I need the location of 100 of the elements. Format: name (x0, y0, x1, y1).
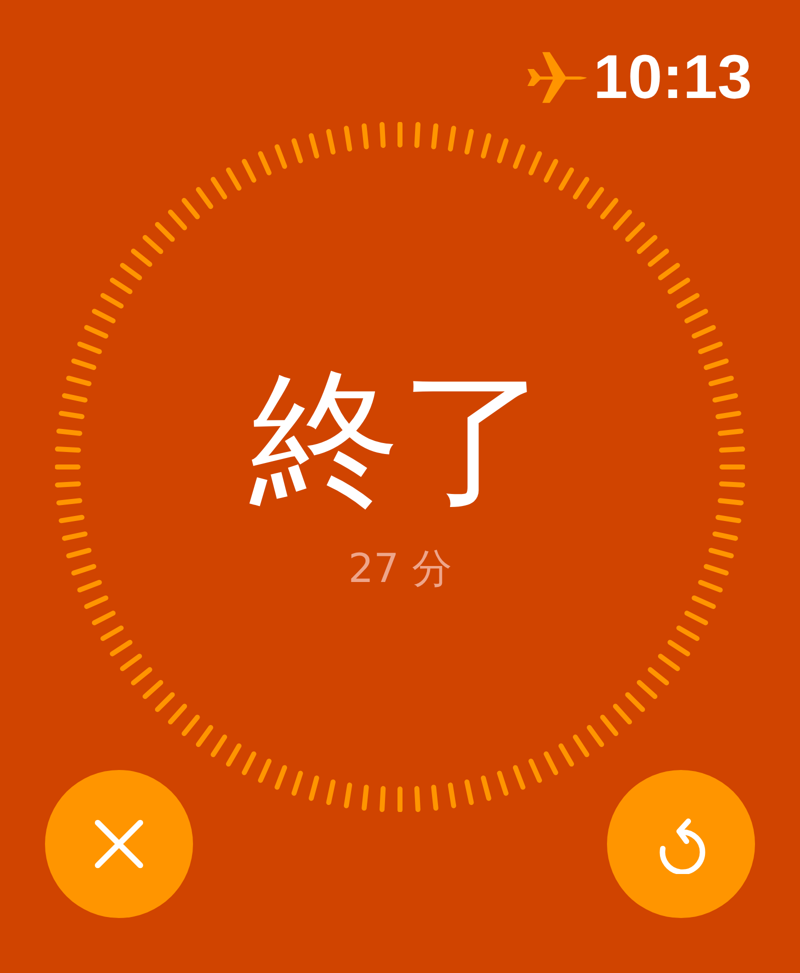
tick-mark (362, 123, 369, 150)
tick-mark (528, 758, 542, 783)
tick-mark (648, 667, 670, 686)
tick-mark (398, 786, 402, 812)
tick-mark (182, 198, 200, 220)
tick-mark (344, 782, 352, 808)
tick-mark (719, 481, 745, 488)
tick-mark (704, 358, 729, 370)
tick-mark (58, 410, 84, 420)
tick-mark (210, 176, 228, 200)
tick-mark (708, 548, 734, 558)
tick-mark (182, 714, 200, 736)
tick-mark (100, 293, 124, 308)
tick-mark (258, 758, 272, 783)
tick-mark (100, 626, 124, 641)
tick-mark (676, 293, 700, 308)
timer-title: 終了 (250, 358, 550, 523)
tick-mark (712, 393, 738, 403)
timer-duration: 27 分 (348, 545, 452, 594)
tick-mark (142, 680, 164, 699)
tick-mark (684, 610, 708, 626)
tick-mark (572, 176, 590, 200)
tick-mark (692, 595, 716, 609)
tick-mark (658, 262, 680, 280)
tick-mark (600, 714, 618, 736)
tick-mark (718, 428, 744, 436)
tick-mark (344, 126, 352, 152)
tick-mark (55, 446, 81, 453)
tick-mark (431, 123, 438, 150)
tick-mark (92, 610, 116, 626)
tick-mark (586, 725, 604, 747)
tick-mark (71, 564, 96, 576)
tick-mark (720, 464, 745, 470)
tick-mark (648, 248, 670, 267)
tick-mark (708, 376, 734, 386)
tick-mark (196, 725, 214, 747)
tick-mark (168, 704, 188, 724)
tick-mark (431, 784, 438, 811)
tick-mark (684, 308, 708, 324)
tick-mark (120, 654, 142, 672)
clock-time: 10:13 (593, 42, 752, 113)
tick-mark (698, 342, 723, 354)
tick-mark (242, 158, 256, 183)
tick-mark (142, 235, 164, 254)
tick-mark (130, 248, 152, 267)
tick-mark (636, 235, 658, 254)
tick-mark (84, 595, 108, 609)
tick-mark (196, 187, 214, 209)
tick-mark (258, 151, 272, 176)
tick-mark (226, 743, 242, 767)
tick-mark (692, 325, 716, 339)
tick-mark (326, 129, 336, 155)
tick-mark (612, 210, 632, 230)
tick-mark (226, 167, 242, 191)
tick-mark (716, 410, 742, 420)
tick-mark (56, 498, 82, 506)
tick-mark (668, 640, 690, 656)
tick-mark (676, 626, 700, 641)
tick-mark (480, 133, 492, 158)
tick-mark (528, 151, 542, 176)
tick-mark (497, 770, 508, 796)
tick-mark (512, 765, 526, 790)
tick-mark (84, 325, 108, 339)
tick-mark (544, 751, 558, 776)
tick-mark (414, 786, 420, 812)
tick-mark (56, 428, 82, 436)
tick-mark (636, 680, 658, 699)
tick-mark (497, 138, 508, 164)
tick-mark (130, 667, 152, 686)
tick-mark (274, 765, 288, 790)
tick-mark (625, 692, 646, 712)
tick-mark (398, 122, 402, 148)
tick-mark (168, 210, 188, 230)
tick-mark (612, 704, 632, 724)
tick-mark (62, 393, 88, 403)
tick-mark (719, 446, 745, 453)
tick-mark (600, 198, 618, 220)
tick-mark (625, 222, 646, 242)
tick-mark (326, 779, 336, 805)
tick-mark (92, 308, 116, 324)
tick-mark (77, 342, 102, 354)
tick-mark (154, 692, 175, 712)
tick-mark (464, 779, 474, 805)
tick-mark (380, 786, 386, 812)
tick-mark (55, 481, 81, 488)
tick-mark (716, 514, 742, 524)
tick-mark (464, 129, 474, 155)
tick-mark (572, 734, 590, 758)
tick-mark (704, 564, 729, 576)
tick-mark (480, 776, 492, 801)
tick-mark (544, 158, 558, 183)
tick-mark (55, 464, 80, 470)
tick-mark (448, 126, 456, 152)
tick-mark (448, 782, 456, 808)
tick-mark (292, 138, 303, 164)
tick-mark (210, 734, 228, 758)
tick-mark (586, 187, 604, 209)
tick-mark (512, 144, 526, 169)
tick-mark (558, 743, 574, 767)
tick-mark (154, 222, 175, 242)
